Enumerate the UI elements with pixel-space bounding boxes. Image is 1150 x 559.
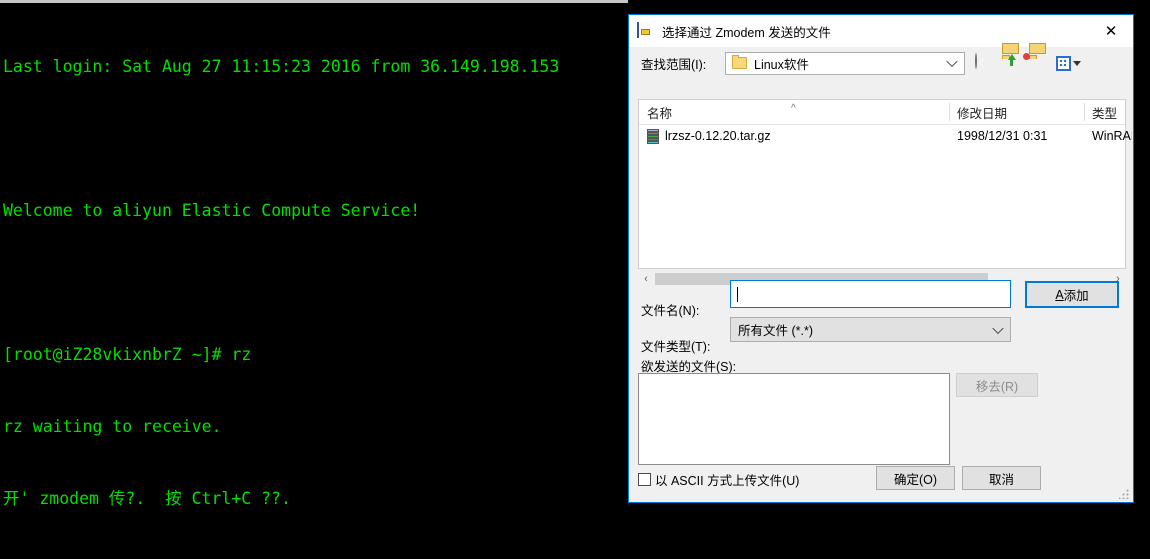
ascii-checkbox-label: 以 ASCII 方式上传文件(U)	[655, 474, 800, 488]
ok-button[interactable]: 确定(O)	[876, 466, 955, 490]
winrar-archive-icon	[645, 128, 660, 144]
lookin-value: Linux软件	[754, 57, 809, 72]
folder-icon	[732, 55, 747, 69]
add-button[interactable]: A 添加	[1025, 281, 1119, 308]
filetype-value: 所有文件 (*.*)	[738, 324, 814, 338]
cancel-button[interactable]: 取消	[962, 466, 1041, 490]
filename-input[interactable]	[730, 280, 1011, 308]
terminal-window[interactable]: Last login: Sat Aug 27 11:15:23 2016 fro…	[0, 0, 628, 508]
file-name-label: lrzsz-0.12.20.tar.gz	[665, 129, 771, 143]
scroll-left-icon[interactable]: ‹	[638, 271, 654, 287]
file-listview[interactable]: 名称 ^ 修改日期 类型 lrzsz-0.12.20.tar.gz 1998/1…	[638, 99, 1132, 269]
ascii-checkbox-row[interactable]: 以 ASCII 方式上传文件(U)	[638, 470, 799, 489]
column-header-label: 修改日期	[957, 106, 1008, 121]
file-name-cell: lrzsz-0.12.20.tar.gz	[645, 125, 945, 147]
close-icon[interactable]: ✕	[1089, 15, 1133, 46]
file-type-cell: WinRAR	[1092, 129, 1132, 143]
zmodem-window-icon	[637, 21, 654, 40]
zmodem-send-file-dialog: 选择通过 Zmodem 发送的文件 ✕ 查找范围(I): Linux软件 名称 …	[628, 14, 1134, 503]
terminal-line: [root@iZ28vkixnbrZ ~]# rz	[3, 345, 252, 364]
add-button-accel: A	[1055, 287, 1064, 302]
dialog-titlebar[interactable]: 选择通过 Zmodem 发送的文件 ✕	[629, 15, 1133, 47]
views-icon[interactable]	[1056, 54, 1082, 72]
chevron-down-icon	[992, 322, 1004, 334]
column-header-label: 名称	[647, 106, 673, 121]
chevron-down-icon	[1073, 60, 1081, 66]
resize-grip[interactable]	[1119, 488, 1130, 499]
terminal-line: Last login: Sat Aug 27 11:15:23 2016 fro…	[3, 57, 560, 76]
column-header-label: 类型	[1092, 106, 1118, 121]
column-header-type[interactable]: 类型	[1084, 100, 1127, 124]
listview-rows: lrzsz-0.12.20.tar.gz 1998/12/31 0:31 Win…	[639, 125, 1132, 147]
sendlist-listbox[interactable]	[638, 373, 950, 465]
listview-header: 名称 ^ 修改日期 类型	[639, 100, 1125, 125]
chevron-down-icon	[946, 55, 958, 68]
new-folder-icon[interactable]	[1023, 43, 1049, 72]
text-caret	[737, 286, 738, 302]
lookin-combobox[interactable]: Linux软件	[725, 51, 965, 75]
sort-caret-icon: ^	[791, 103, 796, 114]
terminal-line: Welcome to aliyun Elastic Compute Servic…	[3, 201, 421, 220]
back-icon[interactable]	[975, 53, 995, 72]
filetype-label: 文件类型(T):	[641, 340, 711, 354]
terminal-top-strip	[0, 0, 628, 3]
terminal-line: 开' zmodem 传?. 按 Ctrl+C ??.	[3, 489, 291, 508]
lookin-row: 查找范围(I): Linux软件	[629, 43, 1133, 79]
lookin-label: 查找范围(I):	[641, 57, 707, 72]
filename-label: 文件名(N):	[641, 304, 700, 318]
column-header-modified[interactable]: 修改日期	[949, 100, 1084, 124]
ascii-checkbox[interactable]	[638, 473, 651, 486]
remove-button: 移去(R)	[956, 373, 1038, 397]
filetype-combobox[interactable]: 所有文件 (*.*)	[730, 317, 1011, 342]
add-button-label: 添加	[1063, 289, 1089, 303]
dialog-title: 选择通过 Zmodem 发送的文件	[662, 25, 831, 40]
dialog-toolbar	[975, 43, 1082, 72]
file-modified-cell: 1998/12/31 0:31	[957, 129, 1048, 143]
up-folder-icon[interactable]	[1002, 43, 1022, 72]
terminal-output: Last login: Sat Aug 27 11:15:23 2016 fro…	[3, 7, 627, 559]
terminal-line: rz waiting to receive.	[3, 417, 222, 436]
table-row[interactable]: lrzsz-0.12.20.tar.gz 1998/12/31 0:31 Win…	[639, 125, 1132, 147]
